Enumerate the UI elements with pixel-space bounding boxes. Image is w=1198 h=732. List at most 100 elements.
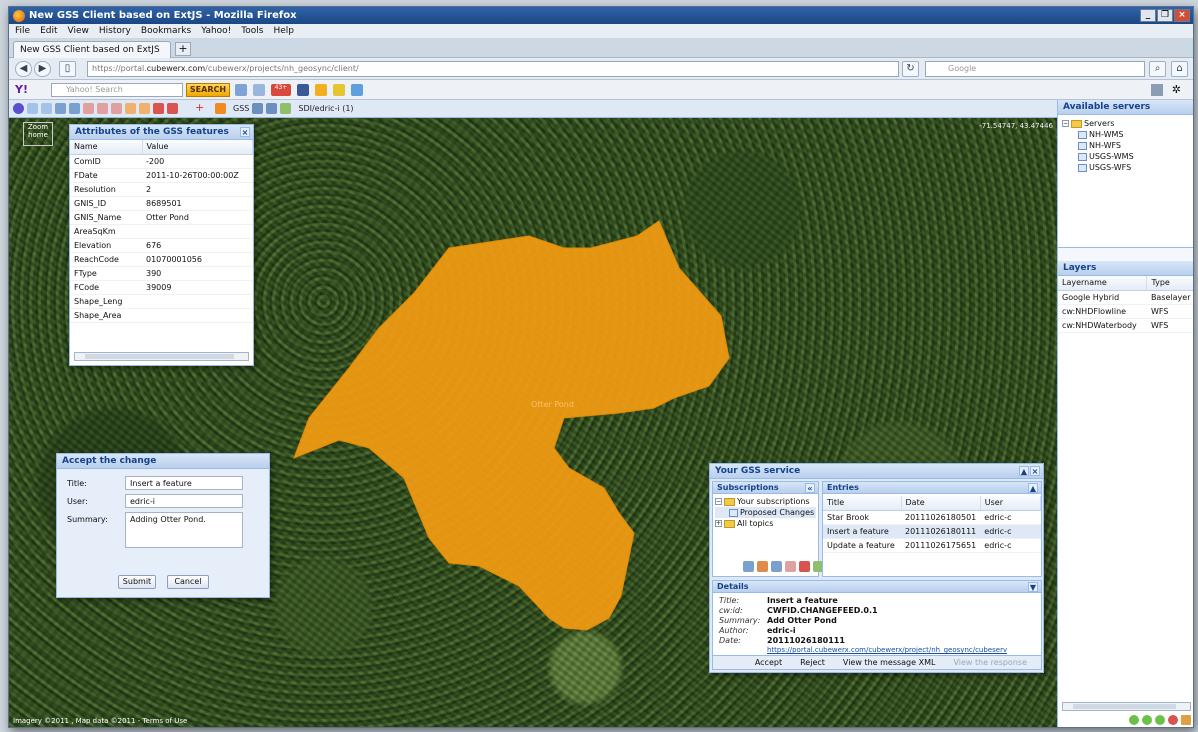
yahoo-search-button[interactable]: SEARCH [186, 83, 230, 97]
toolbar-options-icon[interactable] [1151, 84, 1163, 96]
layers-horizontal-scrollbar[interactable] [1062, 702, 1191, 711]
globe-icon[interactable] [13, 103, 24, 114]
details-link[interactable]: https://portal.cubewerx.com/cubewerx/pro… [719, 645, 1035, 655]
back-icon[interactable]: ◀ [15, 61, 32, 77]
move-up-icon[interactable] [1129, 715, 1139, 725]
add-layer-icon[interactable] [1155, 715, 1165, 725]
home-icon[interactable]: ⌂ [1171, 61, 1188, 77]
column-header-date[interactable]: Date [901, 496, 981, 511]
summary-field[interactable]: Adding Otter Pond. [125, 512, 243, 548]
tree-node-all-topics[interactable]: + All topics [715, 518, 816, 529]
rotate-icon[interactable] [139, 103, 150, 114]
column-header-value[interactable]: Value [142, 140, 253, 155]
delete-icon[interactable] [799, 561, 810, 572]
column-header-name[interactable]: Name [70, 140, 143, 155]
refresh-icon[interactable] [743, 561, 754, 572]
yahoo-logo[interactable]: Y! [15, 83, 28, 96]
column-header-title[interactable]: Title [823, 496, 902, 511]
search-bar[interactable]: Google [925, 61, 1145, 77]
zoom-out-icon[interactable] [41, 103, 52, 114]
table-row[interactable]: AreaSqKm [70, 224, 253, 239]
menu-file[interactable]: File [15, 26, 30, 36]
close-button[interactable]: × [1174, 9, 1190, 22]
new-tab-button[interactable]: + [175, 42, 191, 56]
collapse-down-icon[interactable]: ▼ [1028, 582, 1038, 592]
menu-help[interactable]: Help [273, 26, 294, 36]
news-icon[interactable] [253, 84, 265, 96]
column-header-user[interactable]: User [980, 496, 1042, 511]
yahoo-search-input[interactable]: Yahoo! Search [51, 83, 183, 97]
collapse-left-icon[interactable]: « [805, 483, 815, 493]
view-xml-button[interactable]: View the message XML [843, 658, 936, 667]
save-icon[interactable] [252, 103, 264, 114]
table-row[interactable]: Shape_Area [70, 308, 253, 323]
table-row[interactable]: FCode 39009 [70, 280, 253, 295]
collapse-up-icon[interactable]: ▲ [1028, 483, 1038, 493]
draw-line-icon[interactable] [97, 103, 108, 114]
cut-icon[interactable] [167, 103, 178, 114]
cancel-button[interactable]: Cancel [167, 575, 209, 589]
move-down-icon[interactable] [1142, 715, 1152, 725]
facebook-icon[interactable] [297, 84, 309, 96]
subscribe-icon[interactable] [757, 561, 768, 572]
zoom-in-icon[interactable] [27, 103, 38, 114]
table-row[interactable]: FDate 2011-10-26T00:00:00Z [70, 168, 253, 183]
layers-icon[interactable] [266, 103, 278, 114]
table-row[interactable]: ComID -200 [70, 154, 253, 169]
close-icon[interactable]: × [240, 127, 250, 137]
map-canvas[interactable]: Zoom home -71.54747, 43.47446 Otter Pond… [9, 118, 1057, 727]
tab-gss-client[interactable]: New GSS Client based on ExtJS [13, 41, 171, 58]
add-icon[interactable]: + [195, 102, 206, 114]
bookmark-icon[interactable] [235, 84, 247, 96]
title-field[interactable]: Insert a feature [125, 476, 243, 490]
table-row[interactable]: GNIS_ID 8689501 [70, 196, 253, 211]
table-row[interactable]: Star Brook 20111026180501 edric-c [823, 510, 1041, 525]
table-row[interactable]: cw:NHDFlowline WFS [1058, 304, 1193, 319]
url-bar[interactable]: https://portal.cubewerx.com/cubewerx/pro… [87, 61, 899, 77]
edit-layer-icon[interactable] [1181, 715, 1191, 725]
table-row[interactable]: ReachCode 01070001056 [70, 252, 253, 267]
collapse-node-icon[interactable]: − [715, 498, 722, 505]
gear-icon[interactable]: ✲ [1172, 83, 1181, 96]
menu-yahoo[interactable]: Yahoo! [201, 26, 231, 36]
server-item[interactable]: USGS-WMS [1062, 151, 1191, 162]
export-icon[interactable] [280, 103, 292, 114]
table-row-selected[interactable]: Insert a feature 20111026180111 edric-c [823, 524, 1041, 539]
column-header-type[interactable]: Type [1146, 276, 1193, 291]
user-field[interactable]: edric-i [125, 494, 243, 508]
tree-node-proposed-changes[interactable]: Proposed Changes [715, 507, 816, 518]
draw-point-icon[interactable] [83, 103, 94, 114]
minimize-button[interactable]: _ [1140, 9, 1156, 22]
close-icon[interactable]: × [1030, 466, 1040, 476]
modify-icon[interactable] [125, 103, 136, 114]
unsubscribe-icon[interactable] [785, 561, 796, 572]
table-row[interactable]: Resolution 2 [70, 182, 253, 197]
horizontal-scrollbar[interactable] [74, 352, 249, 361]
weather-icon[interactable] [351, 84, 363, 96]
sports-icon[interactable] [333, 84, 345, 96]
zoom-box-icon[interactable] [69, 103, 80, 114]
games-icon[interactable] [315, 84, 327, 96]
menu-history[interactable]: History [99, 26, 131, 36]
table-row[interactable]: Elevation 676 [70, 238, 253, 253]
menu-bookmarks[interactable]: Bookmarks [141, 26, 191, 36]
table-row[interactable]: Google Hybrid Baselayer [1058, 290, 1193, 305]
table-row[interactable]: cw:NHDWaterbody WFS [1058, 318, 1193, 333]
search-icon[interactable] [771, 561, 782, 572]
menu-tools[interactable]: Tools [241, 26, 263, 36]
table-row[interactable]: Shape_Leng [70, 294, 253, 309]
search-icon[interactable]: ⌕ [1149, 61, 1166, 77]
mail-badge[interactable]: 43+ [271, 84, 291, 96]
submit-button[interactable]: Submit [118, 575, 156, 589]
server-item[interactable]: NH-WMS [1062, 129, 1191, 140]
map-attribution[interactable]: Imagery ©2011 , Map data ©2011 - Terms o… [13, 717, 187, 725]
menu-view[interactable]: View [68, 26, 89, 36]
column-header-layername[interactable]: Layername [1058, 276, 1148, 291]
restore-button[interactable]: ❐ [1157, 9, 1173, 22]
table-row[interactable]: Update a feature 20111026175651 edric-c [823, 538, 1041, 553]
tree-node-servers[interactable]: − Servers [1062, 118, 1191, 129]
view-response-button[interactable]: View the response [953, 658, 1027, 667]
server-item[interactable]: NH-WFS [1062, 140, 1191, 151]
rss-icon[interactable] [215, 103, 226, 114]
draw-polygon-icon[interactable] [111, 103, 122, 114]
